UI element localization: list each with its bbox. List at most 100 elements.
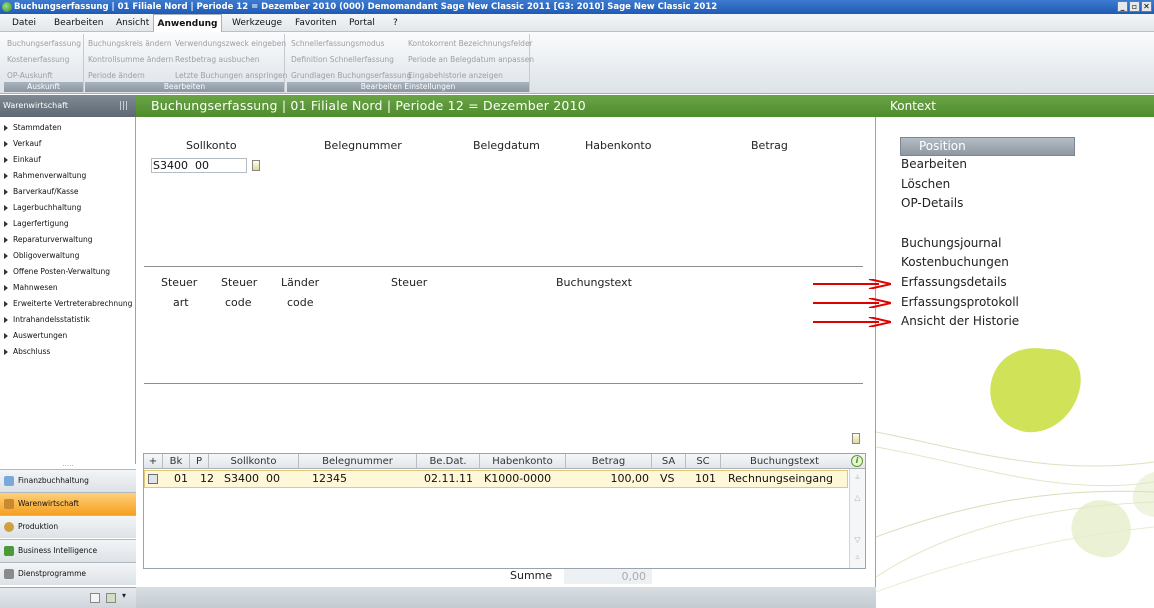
- expand-arrow-icon: [4, 189, 8, 195]
- ribbon-eingabehistorie[interactable]: Eingabehistorie anzeigen: [408, 71, 503, 80]
- expand-arrow-icon: [4, 141, 8, 147]
- link-erfassungsdetails[interactable]: Erfassungsdetails: [901, 275, 1007, 289]
- nav-stammdaten[interactable]: Stammdaten: [4, 120, 62, 136]
- ribbon-kontrollsumme[interactable]: Kontrollsumme ändern: [88, 55, 173, 64]
- col-bk[interactable]: Bk: [163, 454, 190, 469]
- col-p[interactable]: P: [190, 454, 209, 469]
- col-belegnummer[interactable]: Belegnummer: [299, 454, 417, 469]
- menu-favoriten[interactable]: Favoriten: [295, 14, 337, 32]
- nav-label: Verkauf: [13, 139, 42, 148]
- menu-help[interactable]: ?: [393, 14, 398, 32]
- link-ansicht-historie[interactable]: Ansicht der Historie: [901, 314, 1019, 328]
- users-icon[interactable]: [106, 593, 116, 603]
- module-business-intelligence[interactable]: Business Intelligence: [0, 539, 136, 562]
- col-habenkonto[interactable]: Habenkonto: [480, 454, 566, 469]
- expand-arrow-icon: [4, 205, 8, 211]
- menu-bearbeiten[interactable]: Bearbeiten: [54, 14, 103, 32]
- link-loeschen[interactable]: Löschen: [901, 177, 950, 191]
- nav-mahnwesen[interactable]: Mahnwesen: [4, 280, 58, 296]
- table-row[interactable]: 01 12 S3400 00 12345 02.11.11 K1000-0000…: [144, 470, 848, 488]
- nav-intrahandelsstatistik[interactable]: Intrahandelsstatistik: [4, 312, 90, 328]
- ribbon-grundlagen[interactable]: Grundlagen Buchungserfassung: [291, 71, 411, 80]
- minimize-button[interactable]: _: [1117, 1, 1128, 12]
- nav-reparaturverwaltung[interactable]: Reparaturverwaltung: [4, 232, 92, 248]
- nav-vertreterabrechnung[interactable]: Erweiterte Vertreterabrechnung: [4, 296, 132, 312]
- link-kostenbuchungen[interactable]: Kostenbuchungen: [901, 255, 1009, 269]
- module-finanzbuchhaltung[interactable]: Finanzbuchhaltung: [0, 469, 136, 492]
- col-buchungstext[interactable]: Buchungstext: [721, 454, 848, 469]
- nav-einkauf[interactable]: Einkauf: [4, 152, 41, 168]
- expand-arrow-icon: [4, 173, 8, 179]
- menu-anwendung[interactable]: Anwendung: [153, 14, 222, 33]
- main-footer: [136, 587, 876, 608]
- menu-werkzeuge[interactable]: Werkzeuge: [232, 14, 282, 32]
- grid-notes-icon[interactable]: [852, 433, 860, 444]
- scroll-down-icon[interactable]: ▽: [853, 535, 862, 544]
- row-checkbox[interactable]: [148, 474, 158, 484]
- ribbon-letzte-buchungen[interactable]: Letzte Buchungen anspringen: [175, 71, 287, 80]
- cell-p: 12: [200, 472, 214, 485]
- position-button[interactable]: Position: [900, 137, 1075, 156]
- module-label: Dienstprogramme: [18, 569, 87, 578]
- expand-arrow-icon: [4, 333, 8, 339]
- nav-label: Barverkauf/Kasse: [13, 187, 79, 196]
- scroll-bottom-icon[interactable]: ⩡: [853, 553, 862, 562]
- header-steuercode-line2: code: [225, 296, 252, 309]
- left-panel-title: Warenwirtschaft: [3, 101, 68, 110]
- ribbon-kontokorrent[interactable]: Kontokorrent Bezeichnungsfelder: [408, 39, 533, 48]
- nav-verkauf[interactable]: Verkauf: [4, 136, 41, 152]
- table-scrollbar[interactable]: ⩮ △ ▽ ⩡: [849, 469, 865, 568]
- menu-portal[interactable]: Portal: [349, 14, 375, 32]
- scroll-up-icon[interactable]: △: [853, 493, 862, 502]
- cell-sollkonto: S3400 00: [224, 472, 280, 485]
- ribbon-restbetrag[interactable]: Restbetrag ausbuchen: [175, 55, 260, 64]
- maximize-button[interactable]: ▫: [1129, 1, 1140, 12]
- nav-rahmenverwaltung[interactable]: Rahmenverwaltung: [4, 168, 86, 184]
- menu-ansicht[interactable]: Ansicht: [116, 14, 149, 32]
- module-warenwirtschaft[interactable]: Warenwirtschaft: [0, 492, 136, 515]
- cell-bk: 01: [174, 472, 188, 485]
- col-sollkonto[interactable]: Sollkonto: [209, 454, 299, 469]
- ribbon-kostenerfassung[interactable]: Kostenerfassung: [7, 55, 69, 64]
- context-panel: Position Bearbeiten Löschen OP-Details B…: [876, 117, 1154, 608]
- ribbon-op-auskunft[interactable]: OP-Auskunft: [7, 71, 53, 80]
- panel-splitter[interactable]: .....: [0, 459, 136, 469]
- window-controls: _ ▫ ✕: [1117, 1, 1152, 12]
- nav-barverkauf[interactable]: Barverkauf/Kasse: [4, 184, 79, 200]
- panel-grip-icon[interactable]: |||: [119, 95, 128, 117]
- scroll-top-icon[interactable]: ⩮: [853, 473, 862, 482]
- nav-abschluss[interactable]: Abschluss: [4, 344, 50, 360]
- ribbon-verwendungszweck[interactable]: Verwendungszweck eingeben: [175, 39, 286, 48]
- ribbon-periode-aendern[interactable]: Periode ändern: [88, 71, 145, 80]
- col-add[interactable]: +: [144, 454, 163, 469]
- link-op-details[interactable]: OP-Details: [901, 196, 963, 210]
- ribbon-schnellerfassungsmodus[interactable]: Schnellerfassungsmodus: [291, 39, 384, 48]
- header-steuercode-line1: Steuer: [221, 276, 258, 289]
- col-betrag[interactable]: Betrag: [566, 454, 652, 469]
- window-titlebar: Buchungserfassung | 01 Filiale Nord | Pe…: [0, 0, 1154, 14]
- col-bedat[interactable]: Be.Dat.: [417, 454, 480, 469]
- link-buchungsjournal[interactable]: Buchungsjournal: [901, 236, 1001, 250]
- nav-lagerfertigung[interactable]: Lagerfertigung: [4, 216, 69, 232]
- module-produktion[interactable]: Produktion: [0, 515, 136, 538]
- ribbon-periode-anpassen[interactable]: Periode an Belegdatum anpassen: [408, 55, 534, 64]
- ribbon-buchungserfassung[interactable]: Buchungserfassung: [7, 39, 81, 48]
- sollkonto-input[interactable]: S3400 00: [151, 158, 247, 173]
- nav-lagerbuchhaltung[interactable]: Lagerbuchhaltung: [4, 200, 81, 216]
- close-button[interactable]: ✕: [1141, 1, 1152, 12]
- menu-datei[interactable]: Datei: [12, 14, 36, 32]
- link-erfassungsprotokoll[interactable]: Erfassungsprotokoll: [901, 295, 1019, 309]
- nav-offene-posten[interactable]: Offene Posten-Verwaltung: [4, 264, 110, 280]
- ribbon-buchungskreis[interactable]: Buchungskreis ändern: [88, 39, 172, 48]
- module-dienstprogramme[interactable]: Dienstprogramme: [0, 562, 136, 585]
- dropdown-arrow-icon[interactable]: ▾: [122, 591, 126, 600]
- col-sa[interactable]: SA: [652, 454, 686, 469]
- notes-icon[interactable]: [90, 593, 100, 603]
- ribbon-definition-schnellerfassung[interactable]: Definition Schnellerfassung: [291, 55, 394, 64]
- notes-icon[interactable]: [252, 160, 260, 171]
- nav-obligoverwaltung[interactable]: Obligoverwaltung: [4, 248, 79, 264]
- nav-auswertungen[interactable]: Auswertungen: [4, 328, 67, 344]
- col-sc[interactable]: SC: [686, 454, 721, 469]
- link-bearbeiten[interactable]: Bearbeiten: [901, 157, 967, 171]
- info-icon[interactable]: i: [851, 455, 863, 467]
